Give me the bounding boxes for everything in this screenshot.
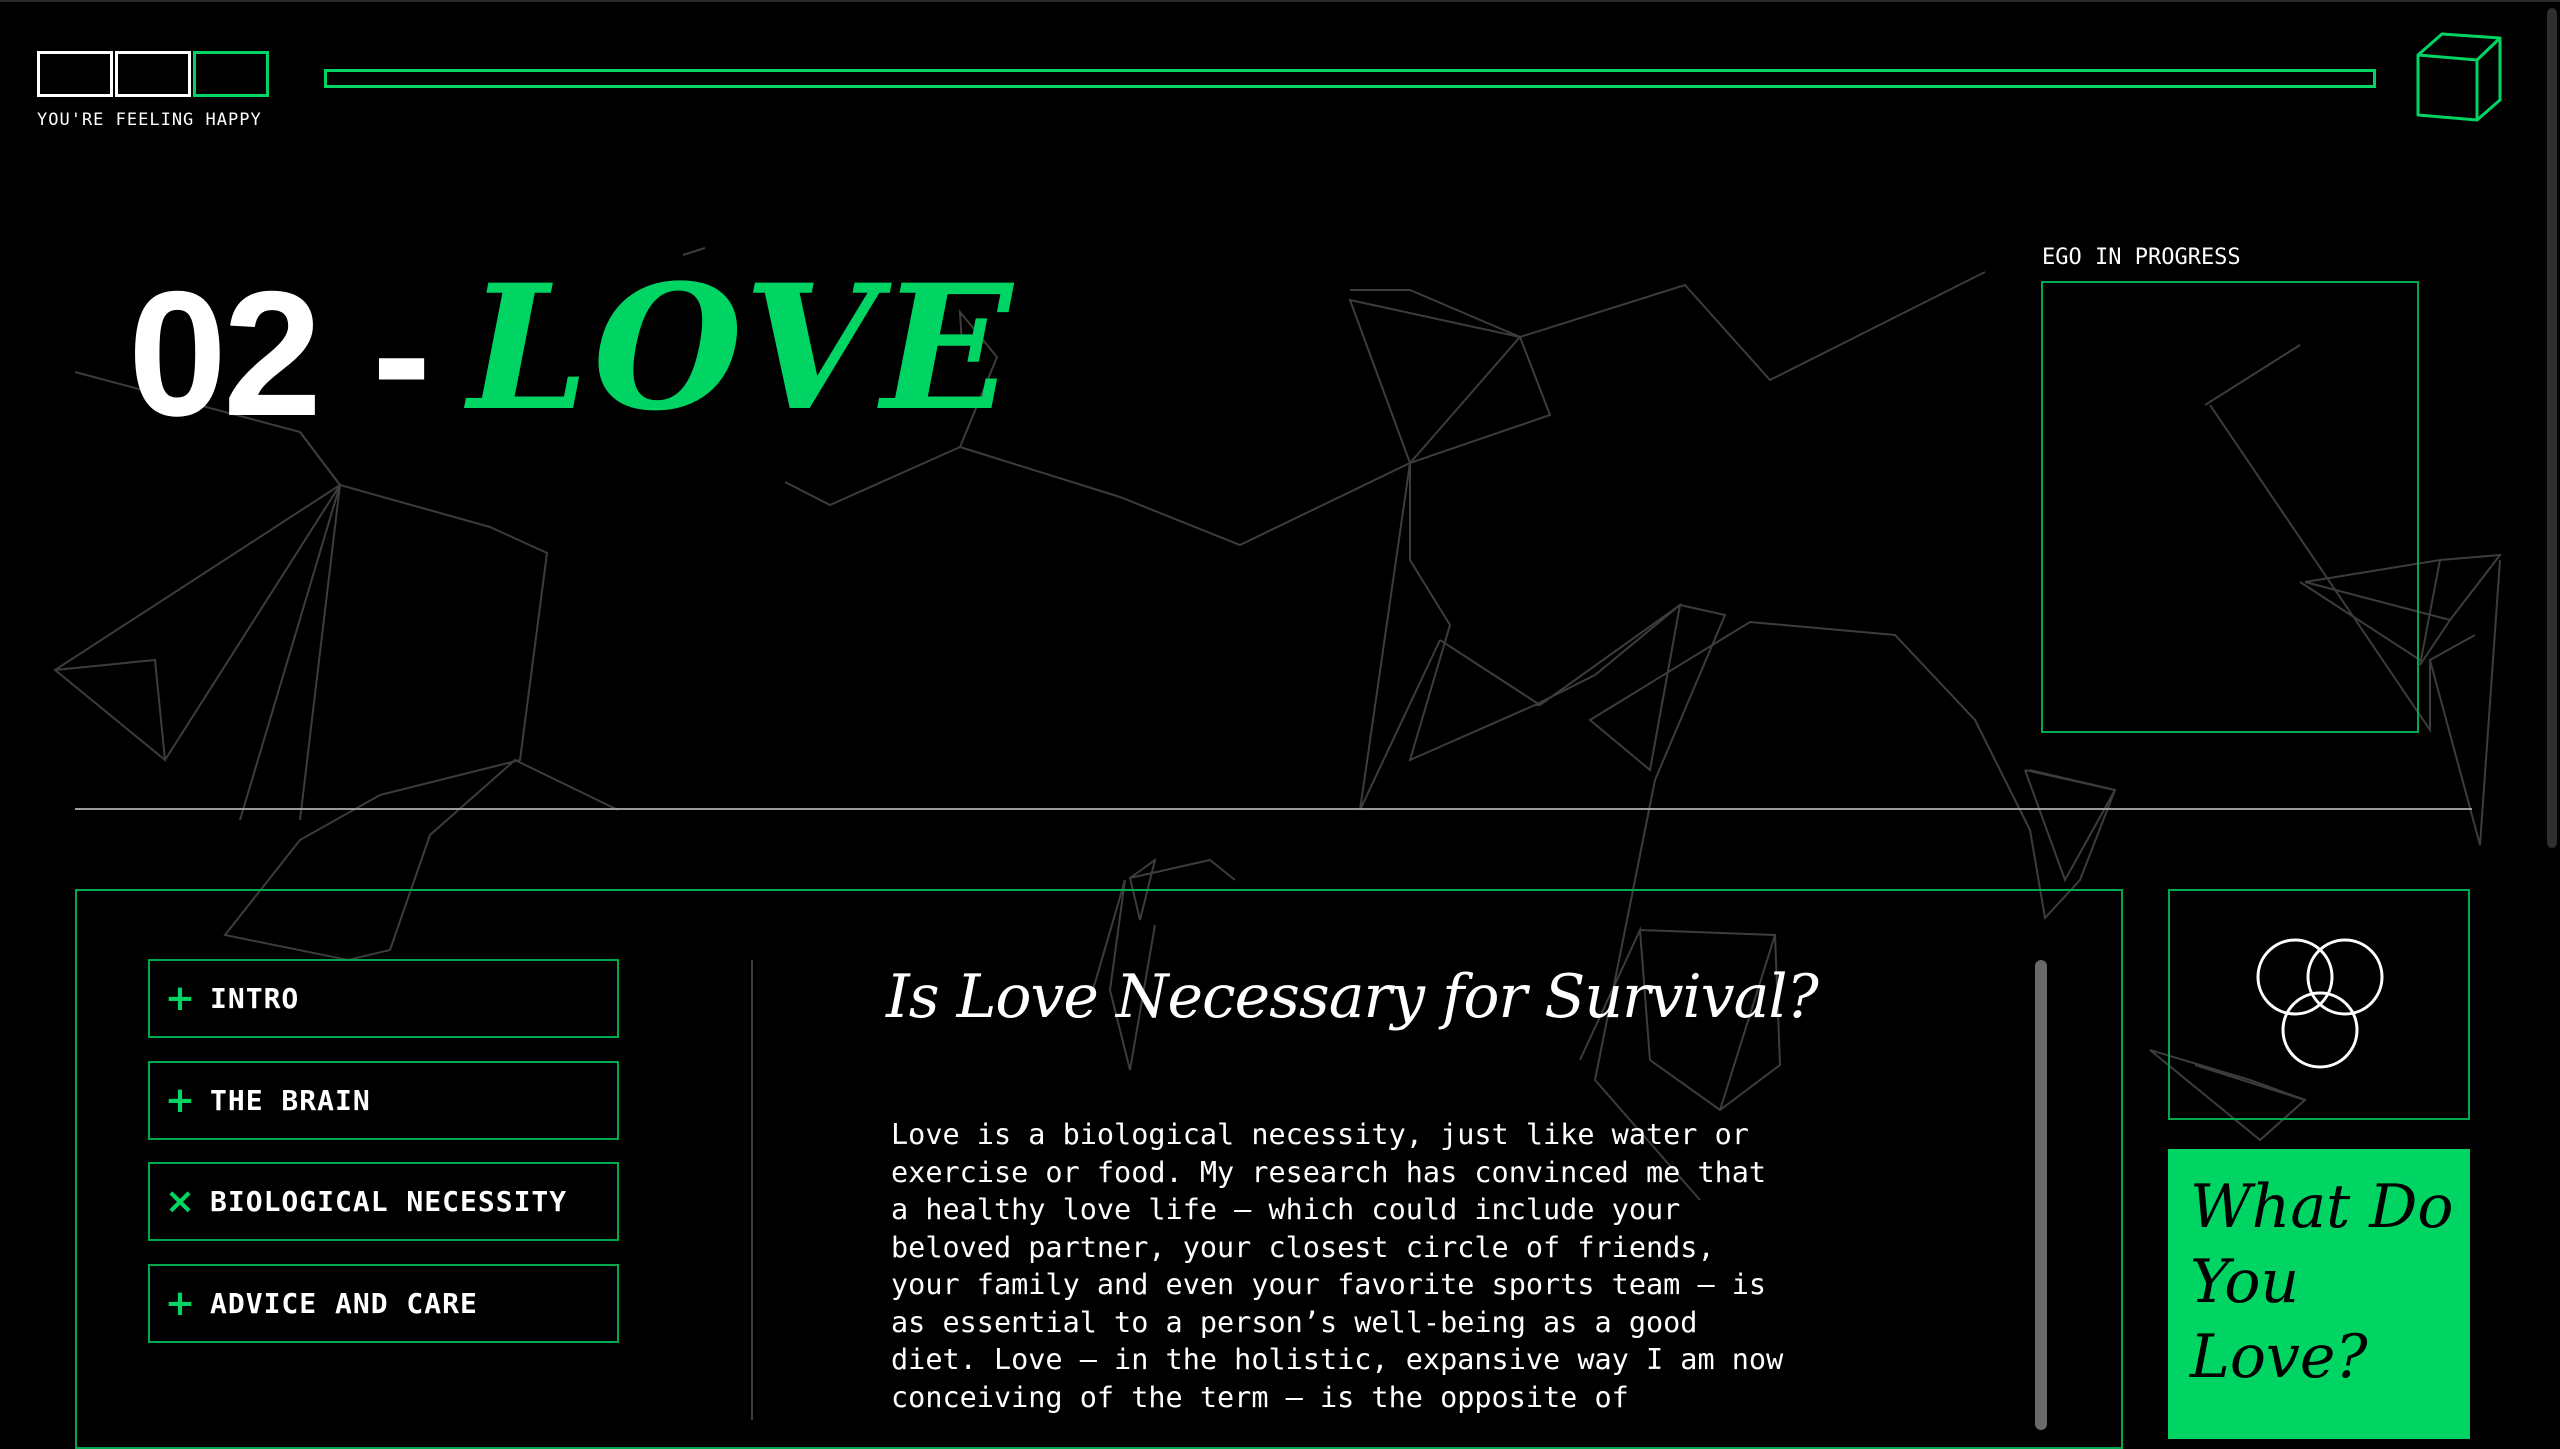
mood-meter bbox=[37, 51, 271, 97]
article-body: Love is a biological necessity, just lik… bbox=[891, 1116, 1801, 1416]
chapter-dash: - bbox=[372, 254, 432, 453]
mood-segment bbox=[37, 51, 113, 97]
article-line: conceiving of the term — is the opposite… bbox=[891, 1380, 1629, 1414]
column-divider bbox=[751, 960, 753, 1420]
chapter-title: LOVE bbox=[468, 246, 1017, 449]
toc-item-label: THE BRAIN bbox=[210, 1084, 371, 1117]
mood-label: YOU'RE FEELING HAPPY bbox=[37, 110, 262, 130]
article-line: diet. Love — in the holistic, expansive … bbox=[891, 1343, 1784, 1376]
reading-progress-bar bbox=[324, 69, 2376, 88]
chapter-number: 02 bbox=[128, 254, 322, 453]
article-line: as essential to a person’s well-being as… bbox=[891, 1305, 1698, 1339]
toc-item-advice-and-care[interactable]: + ADVICE AND CARE bbox=[148, 1264, 619, 1343]
toc-item-intro[interactable]: + INTRO bbox=[148, 959, 619, 1038]
mood-segment bbox=[115, 51, 191, 97]
toc-item-label: ADVICE AND CARE bbox=[210, 1287, 478, 1320]
cta-text: What Do You Love? bbox=[2190, 1172, 2454, 1392]
plus-icon: + bbox=[164, 1282, 196, 1324]
plus-icon: + bbox=[164, 1079, 196, 1121]
toc-item-label: BIOLOGICAL NECESSITY bbox=[210, 1185, 568, 1218]
toc-item-the-brain[interactable]: + THE BRAIN bbox=[148, 1061, 619, 1140]
article-title: Is Love Necessary for Survival? bbox=[886, 962, 1819, 1032]
article-line: exercise or food. My research has convin… bbox=[891, 1155, 1767, 1189]
section-divider bbox=[75, 808, 2472, 810]
article-line: a healthy love life — which could includ… bbox=[891, 1193, 1681, 1226]
page-scrollbar-thumb[interactable] bbox=[2547, 8, 2557, 848]
mood-segment-active bbox=[193, 51, 269, 97]
cube-icon[interactable] bbox=[2414, 30, 2504, 124]
article-line: beloved partner, your closest circle of … bbox=[891, 1230, 1715, 1264]
top-rule bbox=[0, 0, 2560, 2]
venn-circles-icon bbox=[2256, 938, 2384, 1069]
plus-icon: + bbox=[164, 977, 196, 1019]
article-line: your family and even your favorite sport… bbox=[891, 1268, 1767, 1301]
toc-item-biological-necessity[interactable]: × BIOLOGICAL NECESSITY bbox=[148, 1162, 619, 1241]
close-icon: × bbox=[164, 1180, 196, 1222]
ego-label: EGO IN PROGRESS bbox=[2042, 245, 2241, 270]
article-line: Love is a biological necessity, just lik… bbox=[891, 1118, 1749, 1151]
article-scrollbar[interactable] bbox=[2035, 960, 2047, 1430]
ego-progress-box bbox=[2041, 281, 2419, 733]
toc-item-label: INTRO bbox=[210, 982, 300, 1015]
